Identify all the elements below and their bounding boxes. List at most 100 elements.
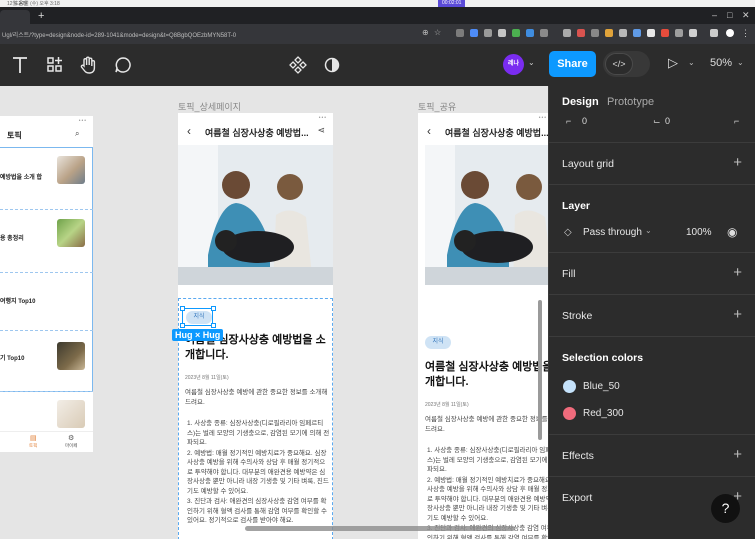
extension-icon[interactable] <box>605 29 613 37</box>
browser-tab[interactable] <box>0 10 30 24</box>
tab-prototype[interactable]: Prototype <box>607 96 654 108</box>
back-arrow-icon[interactable]: ‹ <box>427 124 431 138</box>
section-effects: Effects + <box>549 434 755 474</box>
hero-image <box>178 145 333 285</box>
extension-icon[interactable] <box>456 29 464 37</box>
section-fill: Fill + <box>549 252 755 292</box>
share-header: ‹ 여름철 심장사상충 예방법... <box>418 121 548 143</box>
color-swatch-blue[interactable] <box>563 380 576 393</box>
hero-image <box>425 145 548 285</box>
profile-icon[interactable] <box>726 29 734 37</box>
mypage-nav-icon[interactable]: ⚙ <box>68 434 74 442</box>
nav-label-topic[interactable]: 토픽 <box>29 443 37 449</box>
list-item-title: 예방법을 소개 합 <box>0 175 42 181</box>
thumbnail-image <box>57 400 85 428</box>
color-name[interactable]: Blue_50 <box>583 381 620 392</box>
hand-tool-icon[interactable] <box>78 55 98 75</box>
extension-icon[interactable] <box>619 29 627 37</box>
dev-mode-toggle[interactable]: </> <box>603 51 650 77</box>
selection-box[interactable] <box>182 308 213 326</box>
blend-mode-select[interactable]: Pass through <box>583 227 642 238</box>
zoom-icon[interactable]: ⊕ <box>422 29 430 37</box>
close-icon[interactable]: ✕ <box>742 11 750 20</box>
comment-tool-icon[interactable] <box>113 55 133 75</box>
search-icon: ⌕ <box>75 129 80 138</box>
add-fill-icon[interactable]: + <box>733 265 742 280</box>
contrast-icon[interactable] <box>322 55 342 75</box>
extension-icon[interactable] <box>633 29 641 37</box>
topic-nav-icon[interactable]: ▤ <box>30 434 37 442</box>
chevron-down-icon[interactable]: ⌄ <box>528 58 535 67</box>
present-play-icon[interactable]: ▷ <box>668 55 678 71</box>
minimize-icon[interactable]: – <box>712 11 717 20</box>
list-item-title: 기 Top10 <box>0 356 25 362</box>
visibility-eye-icon[interactable]: ◉ <box>727 225 737 239</box>
color-swatch-red[interactable] <box>563 407 576 420</box>
section-stroke: Stroke + <box>549 294 755 334</box>
back-arrow-icon[interactable]: ‹ <box>187 124 191 138</box>
new-tab-icon[interactable]: + <box>38 10 44 22</box>
extension-icon[interactable] <box>563 29 571 37</box>
extension-icon[interactable] <box>540 29 548 37</box>
text-tool-icon[interactable] <box>10 55 30 75</box>
share-icon[interactable]: ⋖ <box>317 125 325 136</box>
list-item[interactable]: 예방법을 소개 합 <box>0 148 93 210</box>
component-icon[interactable] <box>288 55 308 75</box>
sidebar-icon[interactable] <box>710 29 718 37</box>
article-intro: 여름철 심장사상충 예방에 관한 중요한 정보를 소개해드려요. <box>425 416 548 433</box>
extension-icon[interactable] <box>526 29 534 37</box>
help-button[interactable]: ? <box>711 494 740 523</box>
color-name[interactable]: Red_300 <box>583 408 624 419</box>
list-item: 2. 예방법: 매월 정기적인 예방치료가 중요해요. 심장사상충 예방을 위해… <box>427 476 548 522</box>
resources-icon[interactable] <box>45 55 65 75</box>
url-text[interactable]: Ugl/리스트/?type=design&node-id=289-1041&mo… <box>2 30 236 39</box>
frame-label[interactable]: 토픽_상세페이지 <box>178 100 241 113</box>
nav-label-mypage[interactable]: 마이페 <box>65 443 77 449</box>
extension-icon[interactable] <box>647 29 655 37</box>
maximize-icon[interactable]: □ <box>727 11 732 20</box>
extension-icon[interactable] <box>591 29 599 37</box>
chevron-down-icon[interactable]: ⌄ <box>737 58 744 67</box>
share-button[interactable]: Share <box>549 51 596 77</box>
fill-title: Fill <box>562 268 576 280</box>
zoom-level[interactable]: 50% <box>710 57 732 69</box>
add-stroke-icon[interactable]: + <box>733 307 742 322</box>
extension-icon[interactable] <box>577 29 585 37</box>
star-icon[interactable]: ☆ <box>434 29 442 37</box>
layer-opacity[interactable]: 100% <box>686 227 712 238</box>
chevron-down-icon[interactable]: ⌄ <box>688 58 695 67</box>
user-avatar[interactable]: 레나 <box>503 54 524 75</box>
browser-tab-strip: + – □ ✕ <box>0 7 755 24</box>
corner-icon[interactable]: ⌐ <box>734 116 739 126</box>
design-canvas[interactable]: ••• 토픽 ⌕ 예방법을 소개 합 용 총정리 여행지 Top10 기 Top… <box>0 86 548 539</box>
frame-topic-list[interactable]: ••• 토픽 ⌕ 예방법을 소개 합 용 총정리 여행지 Top10 기 Top… <box>0 116 93 452</box>
list-item[interactable]: 여행지 Top10 <box>0 274 93 331</box>
add-layout-grid-icon[interactable]: + <box>733 155 742 170</box>
tab-design[interactable]: Design <box>562 96 599 108</box>
layer-title: Layer <box>562 200 591 212</box>
thumbnail-image <box>57 342 85 370</box>
extension-icon[interactable] <box>498 29 506 37</box>
category-tag[interactable]: 지식 <box>425 336 451 349</box>
extension-icon[interactable] <box>689 29 697 37</box>
rotation-value[interactable]: 0 <box>582 116 587 126</box>
vet-cat-photo <box>425 145 548 285</box>
add-effect-icon[interactable]: + <box>733 447 742 462</box>
detail-header: ‹ 여름철 심장사상충 예방법... ⋖ <box>178 121 333 143</box>
radius-value[interactable]: 0 <box>665 116 670 126</box>
frame-topic-share[interactable]: ••• ‹ 여름철 심장사상충 예방법... 지식 여름철 심장사상충 예방법을… <box>418 113 548 539</box>
extension-icon[interactable] <box>661 29 669 37</box>
chevron-down-icon[interactable]: ⌄ <box>645 226 652 235</box>
menu-kebab-icon[interactable]: ⋮ <box>741 29 750 38</box>
frame-label[interactable]: 토픽_공유 <box>418 100 456 113</box>
extension-icon[interactable] <box>675 29 683 37</box>
dev-mode-icon: </> <box>605 53 633 75</box>
extension-icon[interactable] <box>484 29 492 37</box>
blend-mode-icon: ◇ <box>564 227 572 238</box>
vertical-scrollbar[interactable] <box>538 300 542 440</box>
extension-icon[interactable] <box>470 29 478 37</box>
extension-icon[interactable] <box>512 29 520 37</box>
list-item[interactable]: 용 총정리 <box>0 211 93 273</box>
horizontal-scrollbar[interactable] <box>245 526 515 531</box>
list-item[interactable]: 기 Top10 <box>0 332 93 392</box>
